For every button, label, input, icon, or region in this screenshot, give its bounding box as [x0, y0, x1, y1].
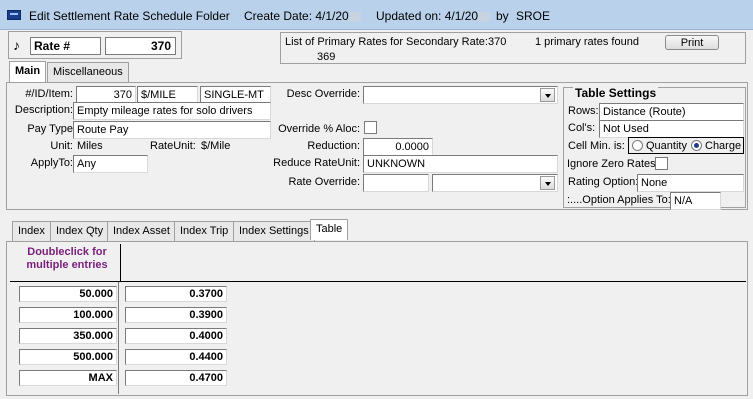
rate-value-cell[interactable]: 0.4400: [125, 349, 227, 365]
updated-by-user: SROE: [516, 9, 551, 23]
chevron-down-icon[interactable]: [540, 88, 555, 102]
table-settings-title: Table Settings: [573, 86, 659, 100]
create-date: Create Date: 4/1/20: [244, 9, 361, 23]
tab-index-settings[interactable]: Index Settings: [233, 221, 315, 241]
rate-value-cell[interactable]: 0.3700: [125, 286, 227, 302]
reduce-rate-unit-field[interactable]: UNKNOWN: [363, 155, 558, 173]
ignore-zero-checkbox[interactable]: [655, 157, 668, 170]
tab-index-trip[interactable]: Index Trip: [174, 221, 235, 241]
rate-header-box: ♪ Rate # 370: [8, 31, 182, 59]
tab-main[interactable]: Main: [9, 61, 47, 83]
reduction-label: Reduction:: [307, 140, 360, 152]
rows-label: Rows:: [568, 105, 599, 117]
reduction-field[interactable]: 0.0000: [363, 138, 433, 156]
tab-index-asset[interactable]: Index Asset: [107, 221, 176, 241]
print-button[interactable]: Print: [665, 35, 719, 50]
primary-rates-info: List of Primary Rates for Secondary Rate…: [285, 36, 507, 48]
row-value-cell[interactable]: 500.000: [19, 349, 117, 365]
window-titlebar: Edit Settlement Rate Schedule Folder Cre…: [0, 0, 753, 30]
rate-value-cell[interactable]: 0.4700: [125, 370, 227, 386]
row-value-cell[interactable]: 100.000: [19, 307, 117, 323]
pay-type-label: Pay Type: [27, 123, 73, 135]
cols-field[interactable]: Not Used: [599, 120, 744, 138]
tab-table[interactable]: Table: [310, 219, 349, 240]
redacted-year: [478, 12, 491, 22]
by-label: by: [496, 9, 509, 23]
option-applies-label: :....Option Applies To:: [567, 194, 671, 206]
charge-radio-label: Charge: [705, 140, 742, 152]
apply-to-label: ApplyTo:: [30, 157, 73, 169]
cell-min-label: Cell Min. is:: [568, 140, 625, 152]
row-value-cell[interactable]: 350.000: [19, 328, 117, 344]
redacted-year: [348, 12, 361, 22]
rate-value-cell[interactable]: 0.4000: [125, 328, 227, 344]
desc-override-select[interactable]: [363, 86, 558, 104]
pay-type-field[interactable]: Route Pay: [73, 121, 271, 139]
window-title: Edit Settlement Rate Schedule Folder: [29, 9, 230, 23]
grid-divider: [10, 281, 746, 282]
primary-rate-value[interactable]: 369: [317, 51, 335, 63]
quantity-radio-label: Quantity: [646, 140, 687, 152]
note-icon: ♪: [13, 37, 20, 53]
rate-unit-value: $/Mile: [201, 140, 231, 152]
chevron-down-icon[interactable]: [540, 176, 555, 190]
tab-index-qty[interactable]: Index Qty: [50, 221, 110, 241]
ignore-zero-label: Ignore Zero Rates: [567, 158, 656, 170]
description-label: Description:: [14, 104, 73, 116]
rate-value-cell[interactable]: 0.3900: [125, 307, 227, 323]
primary-rates-box: List of Primary Rates for Secondary Rate…: [280, 32, 746, 64]
primary-rates-found: 1 primary rates found: [535, 36, 639, 48]
desc-override-label: Desc Override:: [286, 88, 360, 100]
grid-divider: [120, 244, 121, 282]
override-aloc-checkbox[interactable]: [364, 121, 377, 134]
reduce-rate-unit-label: Reduce RateUnit:: [273, 157, 360, 169]
doubleclick-hint: Doubleclick for multiple entries: [26, 246, 108, 271]
tab-index[interactable]: Index: [12, 221, 51, 241]
rate-label: Rate #: [30, 37, 101, 55]
grid-divider: [118, 282, 119, 394]
rate-override-field[interactable]: [363, 174, 429, 192]
override-aloc-label: Override % Aloc:: [278, 123, 360, 135]
description-field[interactable]: Empty mileage rates for solo drivers: [73, 102, 271, 120]
cols-label: Col's:: [568, 122, 596, 134]
app-icon: [7, 10, 21, 20]
rows-field[interactable]: Distance (Route): [599, 103, 744, 121]
apply-to-field[interactable]: Any: [73, 155, 148, 173]
charge-radio[interactable]: [691, 140, 702, 151]
rate-number-field[interactable]: 370: [105, 37, 176, 55]
rate-unit-label: RateUnit:: [150, 140, 196, 152]
row-value-cell[interactable]: MAX: [19, 370, 117, 386]
updated-date: Updated on: 4/1/20: [376, 9, 491, 23]
row-value-cell[interactable]: 50.000: [19, 286, 117, 302]
quantity-radio[interactable]: [632, 140, 643, 151]
option-applies-field[interactable]: N/A: [670, 192, 721, 210]
unit-label: Unit:: [50, 140, 73, 152]
id-item-label: #/ID/Item:: [25, 88, 73, 100]
rating-option-label: Rating Option:: [568, 176, 639, 188]
unit-value: Miles: [77, 140, 103, 152]
tab-miscellaneous[interactable]: Miscellaneous: [47, 62, 129, 82]
rating-option-field[interactable]: None: [637, 174, 744, 192]
rate-override-label: Rate Override:: [288, 176, 360, 188]
